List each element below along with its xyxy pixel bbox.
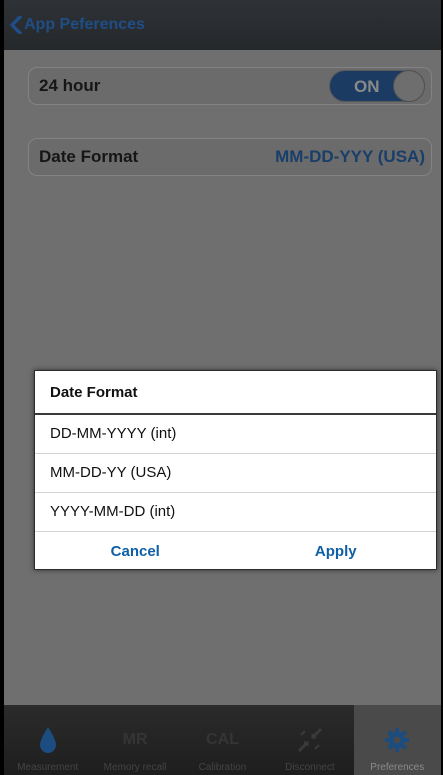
tab-label: Measurement (17, 762, 79, 773)
navigation-bar: App Peferences (4, 0, 441, 50)
tab-preferences[interactable]: Preferences (353, 705, 441, 775)
tab-calibration[interactable]: CAL Calibration (179, 705, 266, 775)
date-format-row[interactable]: Date Format MM-DD-YYY (USA) (28, 138, 432, 176)
date-format-option[interactable]: YYYY-MM-DD (int) (35, 493, 436, 532)
dialog-title: Date Format (35, 371, 436, 415)
date-format-option[interactable]: DD-MM-YYYY (int) (35, 415, 436, 454)
calibration-icon: CAL (206, 731, 239, 748)
app-screen: App Peferences 24 hour ON Date Format MM… (4, 0, 441, 775)
back-button[interactable]: App Peferences (10, 16, 145, 34)
drop-icon (38, 725, 58, 755)
hour24-label: 24 hour (39, 76, 101, 95)
hour24-toggle[interactable]: ON (329, 70, 425, 102)
date-format-value: MM-DD-YYY (USA) (275, 147, 425, 166)
chevron-left-icon (10, 16, 22, 34)
tab-label: Calibration (198, 762, 247, 773)
tab-label: Memory recall (103, 762, 167, 773)
tab-label: Preferences (370, 762, 425, 773)
toggle-state-label: ON (354, 77, 380, 96)
hour24-row: 24 hour ON (28, 67, 432, 105)
toggle-knob (393, 70, 425, 102)
date-format-label: Date Format (39, 147, 139, 166)
apply-button[interactable]: Apply (236, 543, 437, 560)
tab-memory-recall[interactable]: MR Memory recall (91, 705, 178, 775)
tab-label: Disconnect (285, 762, 335, 773)
dialog-actions: Cancel Apply (35, 532, 436, 570)
memory-recall-icon: MR (122, 731, 148, 748)
date-format-option[interactable]: MM-DD-YY (USA) (35, 454, 436, 493)
cancel-button[interactable]: Cancel (35, 543, 236, 560)
back-button-label: App Peferences (24, 16, 145, 33)
disconnect-arrows-icon (295, 725, 325, 755)
tab-measurement[interactable]: Measurement (4, 705, 91, 775)
date-format-dialog: Date Format DD-MM-YYYY (int) MM-DD-YY (U… (34, 370, 437, 570)
tab-disconnect[interactable]: Disconnect (266, 705, 353, 775)
tab-bar: Measurement MR Memory recall CAL Calibra… (4, 705, 441, 775)
gear-icon (384, 725, 410, 755)
